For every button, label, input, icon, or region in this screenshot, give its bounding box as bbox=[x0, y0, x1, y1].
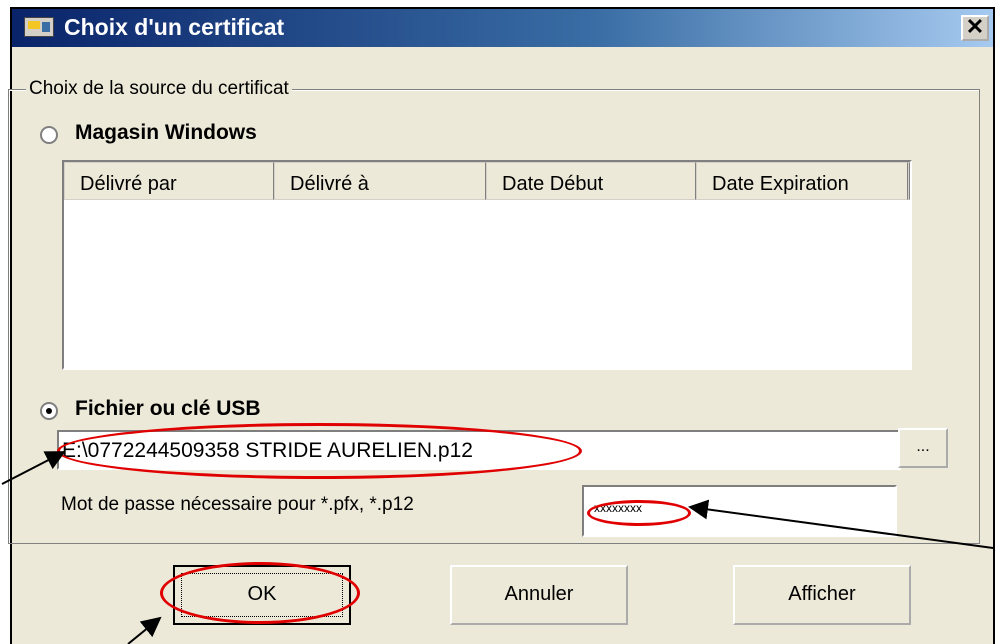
arrow-to-ok bbox=[127, 616, 162, 644]
arrow-to-password bbox=[688, 499, 994, 549]
arrow-to-path bbox=[1, 451, 66, 485]
annotation-arrows bbox=[1, 451, 994, 644]
